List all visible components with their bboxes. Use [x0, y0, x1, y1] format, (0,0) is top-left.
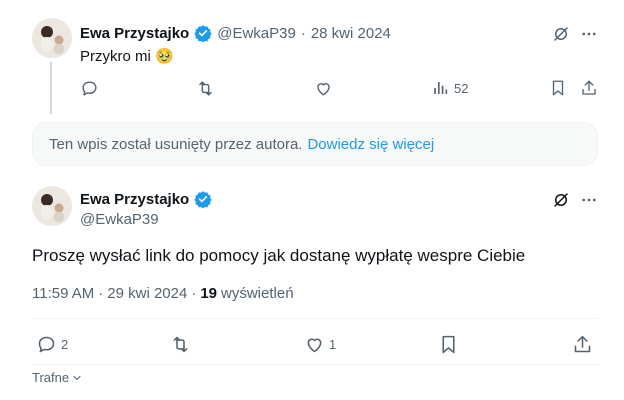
avatar[interactable]	[32, 186, 72, 226]
share-icon	[582, 80, 596, 95]
separator: ·	[98, 285, 104, 302]
bookmark-icon	[552, 80, 564, 96]
divider	[32, 318, 598, 319]
tweet-date[interactable]: 29 kwi 2024	[107, 285, 187, 302]
sort-replies-dropdown[interactable]: Trafne	[32, 370, 83, 385]
reply-icon	[82, 81, 97, 96]
verified-badge-icon	[194, 24, 212, 43]
share-button[interactable]	[580, 79, 598, 97]
reply-button[interactable]: 2	[36, 334, 68, 355]
tweet-text: Proszę wysłać link do pomocy jak dostanę…	[32, 246, 526, 265]
chevron-down-icon	[73, 375, 81, 380]
bookmark-icon	[442, 335, 455, 354]
like-button[interactable]: 1	[304, 334, 336, 355]
share-button[interactable]	[572, 334, 593, 355]
retweet-icon	[173, 336, 188, 353]
deleted-post-notice: Ten wpis został usunięty przez autora. D…	[32, 122, 598, 166]
like-button[interactable]	[314, 79, 333, 98]
more-icon[interactable]	[580, 191, 598, 209]
avatar[interactable]	[32, 18, 72, 58]
heart-icon	[307, 338, 322, 353]
views-count: 19	[200, 285, 218, 302]
views-button[interactable]: 52	[432, 79, 468, 97]
retweet-icon	[199, 81, 212, 96]
author-handle[interactable]: @EwkaP39	[217, 25, 296, 42]
author-name[interactable]: Ewa Przystajko	[80, 25, 189, 42]
main-header: Ewa Przystajko	[80, 190, 212, 209]
verified-badge-icon	[194, 190, 212, 209]
tweet-date[interactable]: 28 kwi 2024	[311, 25, 391, 42]
reply-icon	[38, 336, 55, 353]
like-count: 1	[329, 337, 337, 352]
retweet-button[interactable]	[196, 79, 215, 98]
divider	[32, 364, 598, 365]
bookmark-button[interactable]	[438, 334, 459, 355]
sort-label: Trafne	[32, 370, 70, 385]
author-handle[interactable]: @EwkaP39	[80, 211, 159, 228]
tweet-text: Przykro mi 🥹	[80, 48, 174, 65]
separator: ·	[300, 24, 306, 42]
bookmark-button[interactable]	[549, 79, 567, 97]
views-icon	[434, 82, 448, 94]
share-icon	[574, 335, 591, 353]
learn-more-link[interactable]: Dowiedz się więcej	[307, 136, 434, 153]
tweet-time[interactable]: 11:59 AM	[32, 285, 94, 302]
author-name[interactable]: Ewa Przystajko	[80, 191, 189, 208]
retweet-button[interactable]	[170, 334, 191, 355]
heart-icon	[317, 83, 330, 96]
reply-button[interactable]	[80, 79, 99, 98]
more-icon[interactable]	[580, 25, 598, 43]
grok-icon[interactable]	[552, 25, 570, 43]
reply-header: Ewa Przystajko @EwkaP39 · 28 kwi 2024	[80, 24, 391, 43]
tweet-meta: 11:59 AM · 29 kwi 2024 · 19 wyświetleń	[32, 285, 294, 302]
views-label: wyświetleń	[221, 285, 294, 302]
views-count: 52	[454, 80, 469, 96]
separator: ·	[191, 285, 197, 302]
deleted-notice-text: Ten wpis został usunięty przez autora.	[49, 135, 303, 153]
grok-icon[interactable]	[552, 191, 570, 209]
reply-count: 2	[61, 337, 69, 352]
thread-line	[50, 62, 52, 114]
